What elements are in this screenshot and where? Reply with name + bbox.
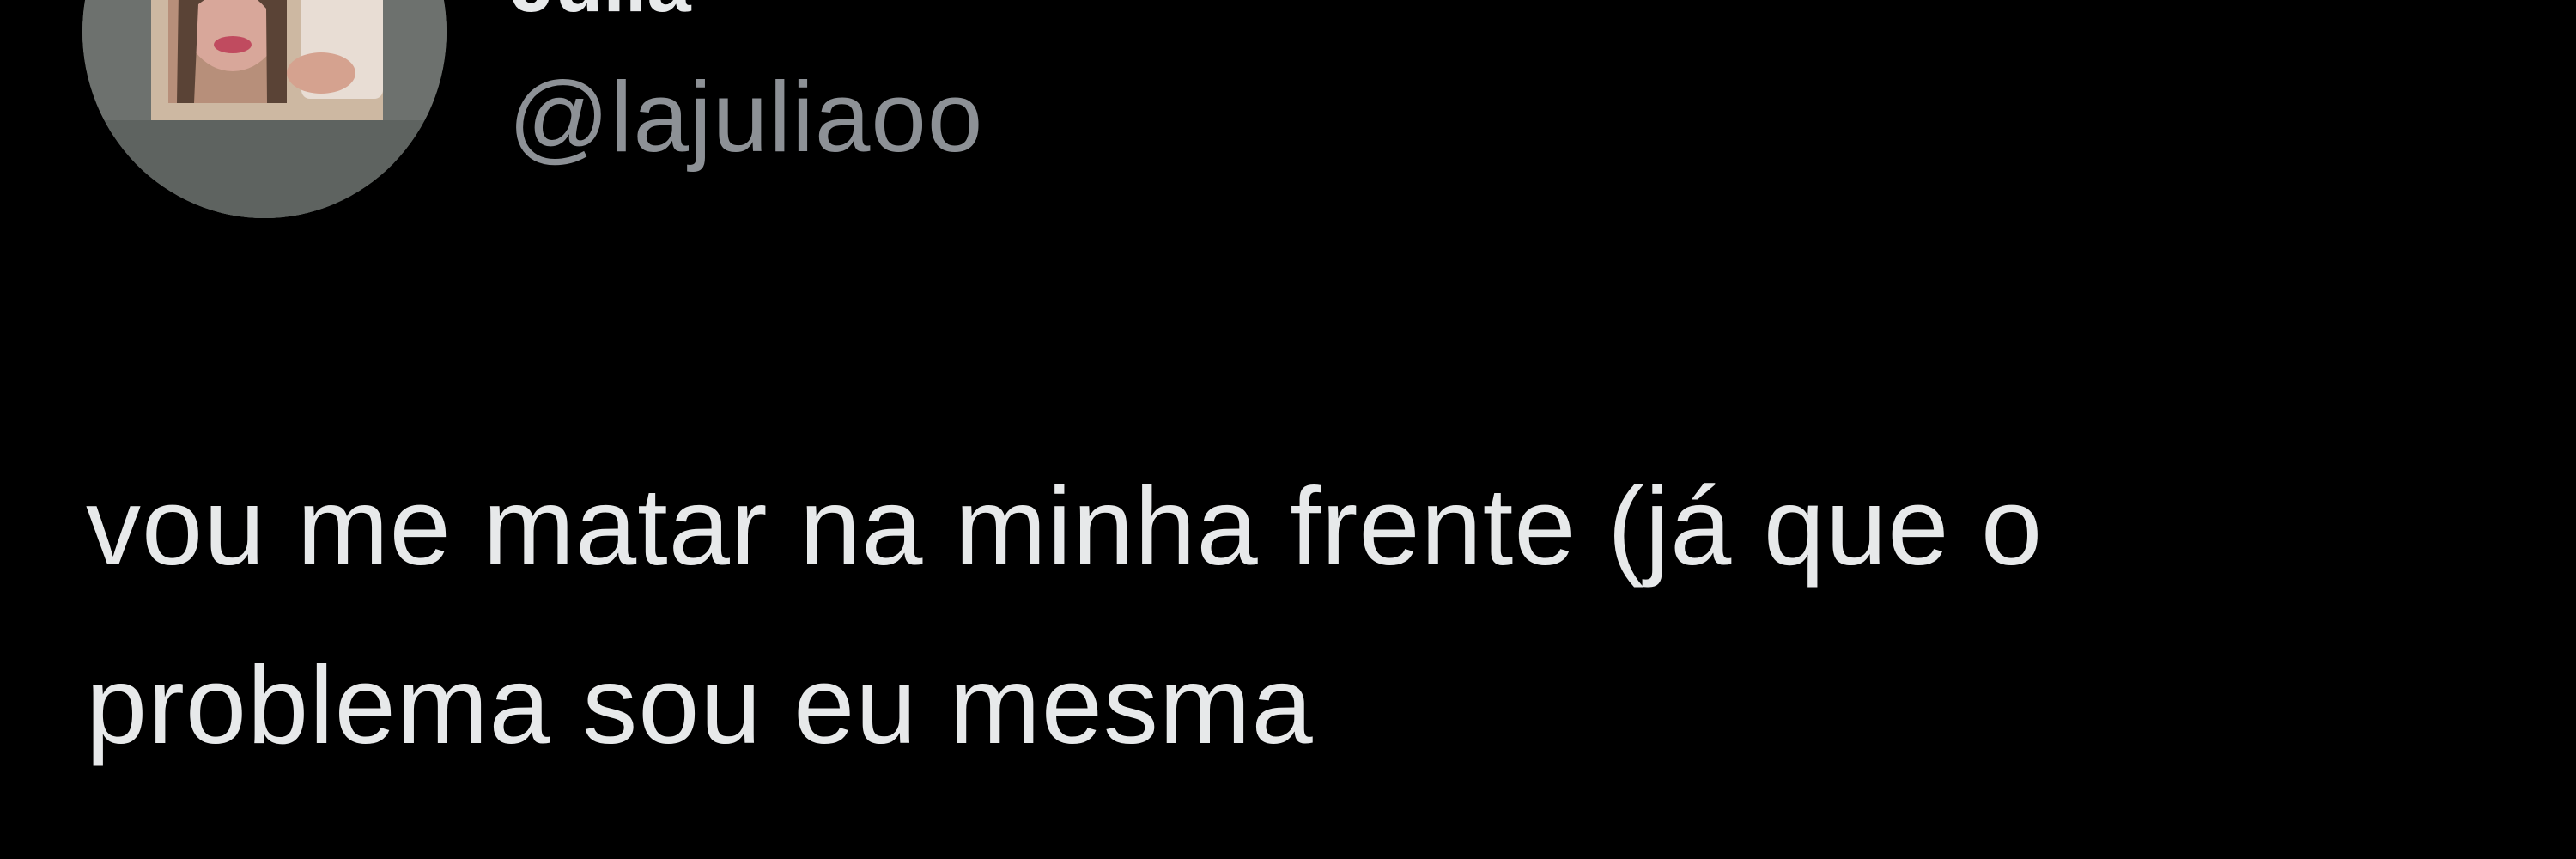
avatar[interactable] bbox=[82, 0, 447, 218]
author-handle[interactable]: @lajuliaoo bbox=[508, 67, 983, 167]
avatar-photo-icon bbox=[82, 0, 447, 218]
tweet-card: Julia @lajuliaoo vou me matar na minha f… bbox=[0, 0, 2576, 859]
tweet-text-line: vou me matar na minha frente (já que o bbox=[86, 466, 2044, 588]
tweet-text-line: problema sou eu mesma bbox=[86, 644, 1314, 767]
tweet-text: vou me matar na minha frente (já que o p… bbox=[86, 438, 2507, 795]
author-display-name[interactable]: Julia bbox=[511, 0, 691, 30]
